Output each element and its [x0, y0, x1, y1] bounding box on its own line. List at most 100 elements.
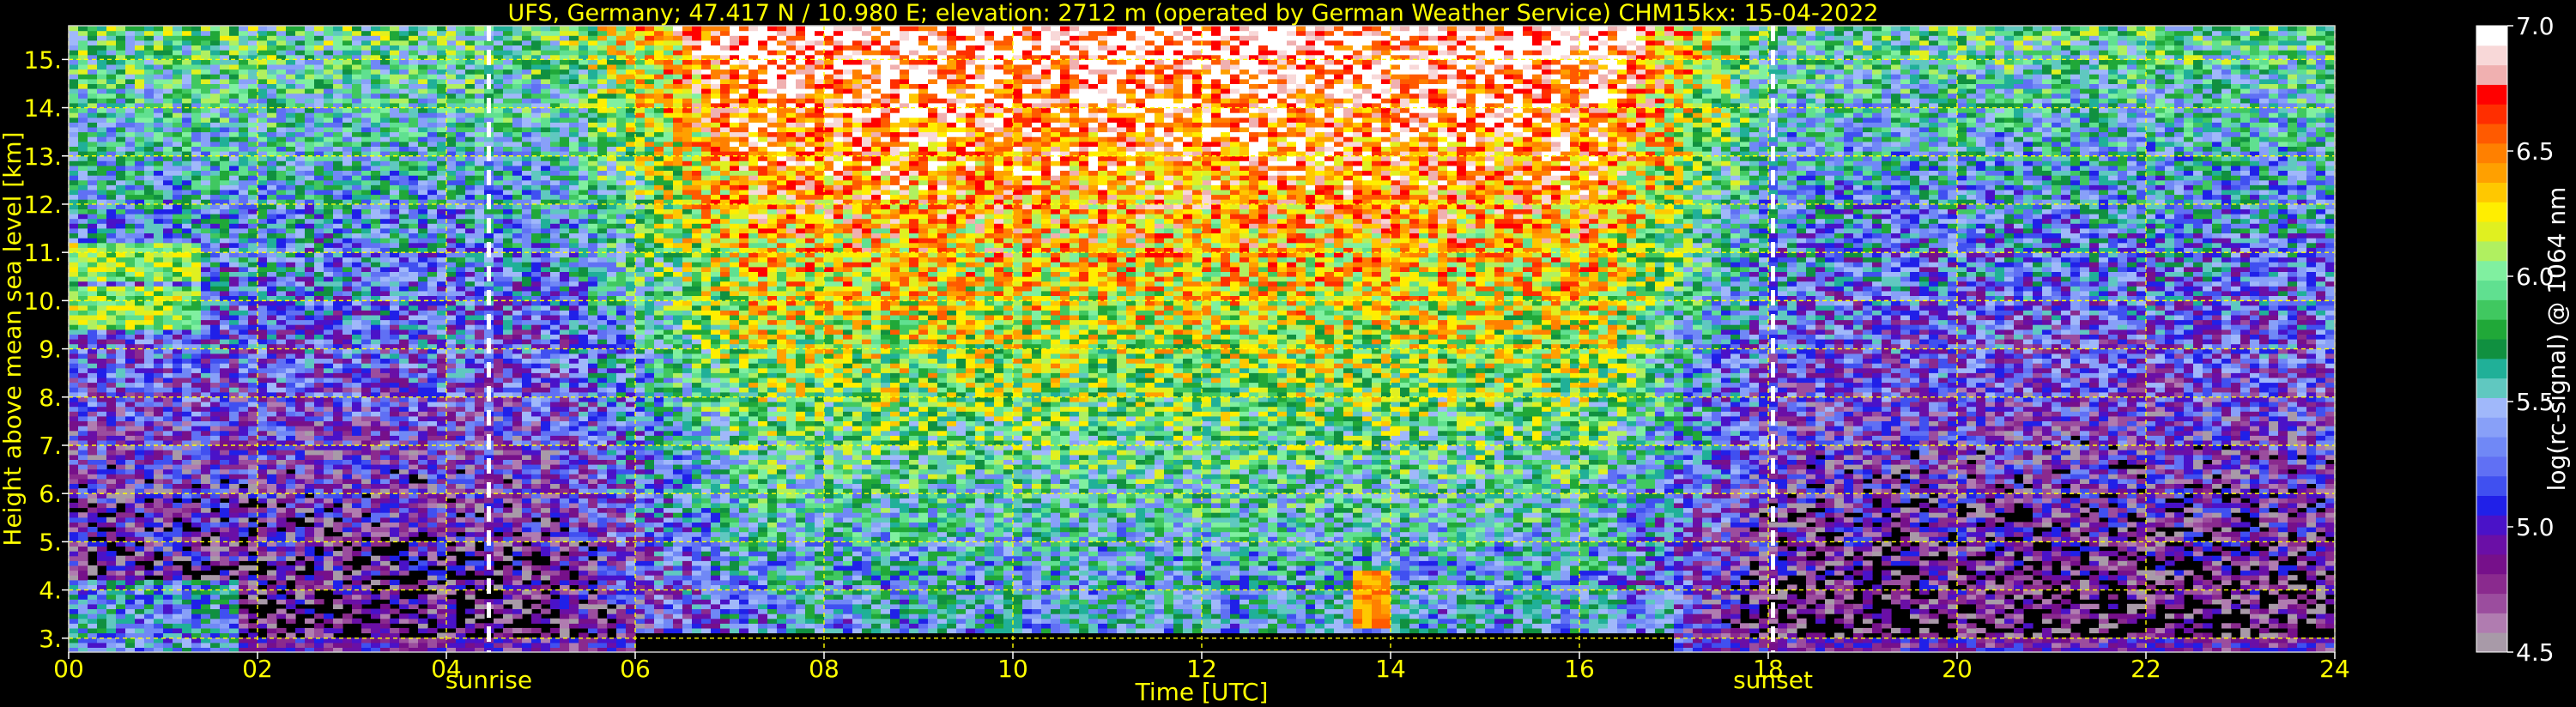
field-cell [106, 262, 117, 267]
field-cell [97, 623, 107, 628]
field-cell [163, 74, 173, 79]
field-cell [361, 354, 372, 359]
field-cell [173, 584, 183, 589]
field-cell [97, 402, 107, 407]
field-cell [390, 257, 400, 263]
field-cell [342, 118, 353, 123]
field-cell [201, 142, 211, 147]
field-cell [220, 204, 230, 209]
field-cell [333, 184, 343, 190]
field-cell [361, 407, 372, 412]
field-cell [144, 551, 155, 556]
field-cell [78, 166, 88, 171]
field-cell [276, 305, 287, 311]
field-cell [182, 329, 192, 335]
field-cell [258, 575, 268, 580]
field-cell [286, 527, 296, 532]
field-cell [163, 571, 173, 576]
field-cell [229, 74, 239, 79]
field-cell [163, 118, 173, 123]
field-cell [144, 228, 155, 233]
field-cell [144, 484, 155, 489]
field-cell [342, 98, 353, 103]
field-cell [88, 329, 98, 335]
field-cell [69, 64, 79, 69]
field-cell [286, 619, 296, 624]
field-cell [135, 421, 145, 426]
field-cell [333, 584, 343, 589]
field-cell [248, 488, 258, 493]
field-cell [380, 503, 391, 508]
field-cell [342, 547, 353, 552]
field-cell [163, 171, 173, 176]
field-cell [163, 180, 173, 185]
field-cell [191, 421, 202, 426]
field-cell [295, 233, 306, 239]
field-cell [409, 517, 419, 523]
field-cell [154, 45, 164, 51]
field-cell [267, 64, 277, 69]
field-cell [163, 392, 173, 397]
field-cell [144, 262, 155, 267]
field-cell [125, 160, 136, 166]
field-cell [295, 112, 306, 118]
field-cell [106, 74, 117, 79]
field-cell [314, 175, 324, 180]
field-cell [69, 94, 79, 99]
field-cell [154, 633, 164, 638]
field-cell [182, 136, 192, 142]
field-cell [276, 160, 287, 166]
field-cell [210, 118, 221, 123]
field-cell [286, 378, 296, 383]
field-cell [295, 98, 306, 103]
field-cell [144, 324, 155, 329]
field-cell [352, 59, 362, 64]
field-cell [144, 329, 155, 335]
field-cell [154, 59, 164, 64]
field-cell [97, 171, 107, 176]
field-cell [248, 156, 258, 161]
field-cell [314, 122, 324, 127]
field-cell [324, 132, 334, 137]
field-cell [69, 112, 79, 118]
field-cell [248, 118, 258, 123]
field-cell [106, 595, 117, 600]
field-cell [135, 431, 145, 436]
field-cell [78, 547, 88, 552]
field-cell [201, 262, 211, 267]
field-cell [333, 305, 343, 311]
field-cell [342, 315, 353, 320]
field-cell [116, 219, 126, 224]
field-cell [154, 488, 164, 493]
field-cell [258, 219, 268, 224]
field-cell [97, 233, 107, 239]
field-cell [97, 416, 107, 421]
field-cell [97, 547, 107, 552]
field-cell [229, 142, 239, 147]
field-cell [173, 79, 183, 84]
field-cell [380, 527, 391, 532]
field-cell [88, 623, 98, 628]
field-cell [361, 431, 372, 436]
field-cell [201, 118, 211, 123]
field-cell [201, 455, 211, 460]
field-cell [267, 372, 277, 378]
field-cell [182, 118, 192, 123]
field-cell [239, 214, 249, 219]
field-cell [163, 407, 173, 412]
field-cell [258, 512, 268, 517]
field-cell [295, 286, 306, 291]
field-cell [182, 305, 192, 311]
field-cell [163, 50, 173, 55]
field-cell [97, 45, 107, 51]
field-cell [163, 40, 173, 45]
field-cell [276, 435, 287, 440]
field-cell [390, 416, 400, 421]
field-cell [69, 180, 79, 185]
field-cell [210, 503, 221, 508]
field-cell [106, 633, 117, 638]
field-cell [409, 469, 419, 474]
field-cell [305, 469, 315, 474]
field-cell [173, 271, 183, 276]
field-cell [182, 450, 192, 455]
